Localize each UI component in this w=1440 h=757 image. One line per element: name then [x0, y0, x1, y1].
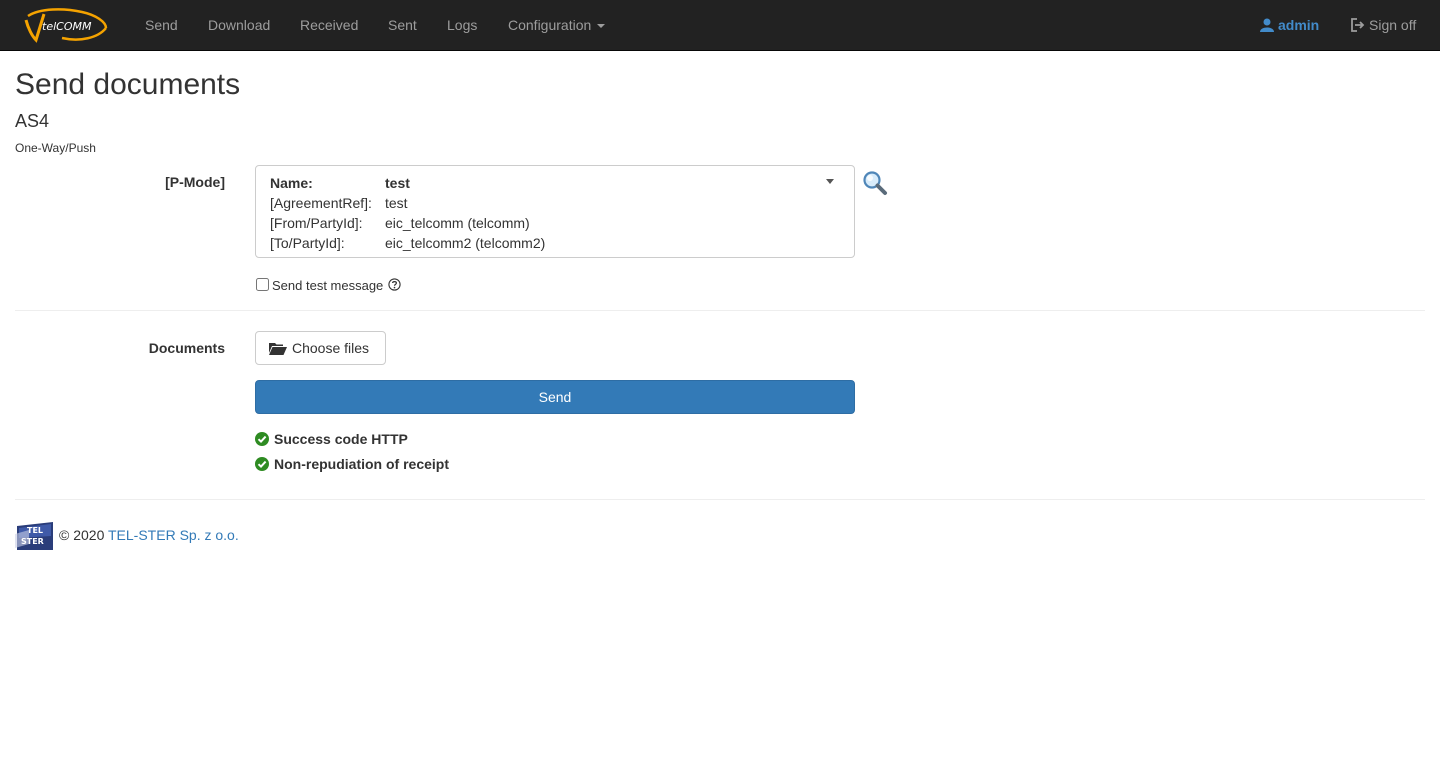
- pmode-select[interactable]: Name: test [AgreementRef]: test [From/Pa…: [255, 165, 855, 258]
- copyright-text: © 2020: [59, 527, 105, 543]
- documents-label: Documents: [148, 340, 225, 356]
- log-out-icon: [1351, 18, 1365, 32]
- test-message-checkbox[interactable]: [256, 278, 269, 291]
- nav-received[interactable]: Received: [300, 0, 358, 50]
- pmode-key: [From/PartyId]:: [270, 215, 363, 231]
- pmode-value: eic_telcomm2 (telcomm2): [385, 235, 546, 251]
- logo-top-text: TEL: [27, 526, 43, 535]
- check-circle-icon: [255, 432, 269, 446]
- nav-signoff[interactable]: Sign off: [1350, 0, 1416, 50]
- nav-configuration-label: Configuration: [508, 17, 592, 33]
- status-label: Success code HTTP: [274, 431, 408, 447]
- section-divider: [15, 310, 1425, 311]
- mep-profile: One-Way/Push: [15, 141, 96, 155]
- page-title: Send documents: [15, 68, 241, 101]
- protocol-subtitle: AS4: [15, 111, 50, 131]
- pmode-key: [AgreementRef]:: [270, 195, 372, 211]
- caret-down-icon: [597, 24, 606, 29]
- pmode-label: [P-Mode]: [165, 174, 225, 190]
- signoff-label: Sign off: [1369, 17, 1417, 33]
- brand-text: telCOMM: [42, 20, 92, 33]
- user-name: admin: [1278, 17, 1320, 33]
- test-message-label[interactable]: Send test message: [272, 278, 383, 293]
- footer-copyright: © 2020 TEL-STER Sp. z o.o.: [59, 527, 239, 543]
- logo-bottom-text: STER: [21, 537, 44, 546]
- navbar: telCOMM Send Download Received Sent Logs…: [0, 0, 1440, 51]
- folder-open-icon: [269, 343, 287, 355]
- nav-user-admin[interactable]: admin: [1260, 0, 1319, 50]
- pmode-details-button[interactable]: [862, 170, 888, 196]
- check-circle-icon: [255, 457, 269, 471]
- nav-sent[interactable]: Sent: [388, 0, 417, 50]
- telster-logo: TEL STER: [15, 520, 55, 552]
- user-icon: [1260, 18, 1274, 32]
- pmode-key: Name:: [270, 175, 313, 191]
- footer-divider: [15, 499, 1425, 500]
- dropdown-caret-icon: [826, 179, 834, 184]
- pmode-value: test: [385, 175, 410, 191]
- nav-logs[interactable]: Logs: [447, 0, 477, 50]
- pmode-value: eic_telcomm (telcomm): [385, 215, 530, 231]
- choose-files-button[interactable]: Choose files: [255, 331, 386, 365]
- company-link[interactable]: TEL-STER Sp. z o.o.: [108, 527, 239, 543]
- pmode-value: test: [385, 195, 408, 211]
- telcomm-logo[interactable]: telCOMM: [22, 6, 110, 46]
- nav-download[interactable]: Download: [208, 0, 270, 50]
- nav-configuration[interactable]: Configuration: [508, 0, 606, 50]
- choose-files-label: Choose files: [292, 340, 370, 356]
- send-button[interactable]: Send: [255, 380, 855, 414]
- nav-send[interactable]: Send: [145, 0, 178, 50]
- magnifier-icon: [863, 171, 887, 195]
- help-icon[interactable]: [388, 278, 401, 291]
- pmode-key: [To/PartyId]:: [270, 235, 345, 251]
- status-label: Non-repudiation of receipt: [274, 456, 449, 472]
